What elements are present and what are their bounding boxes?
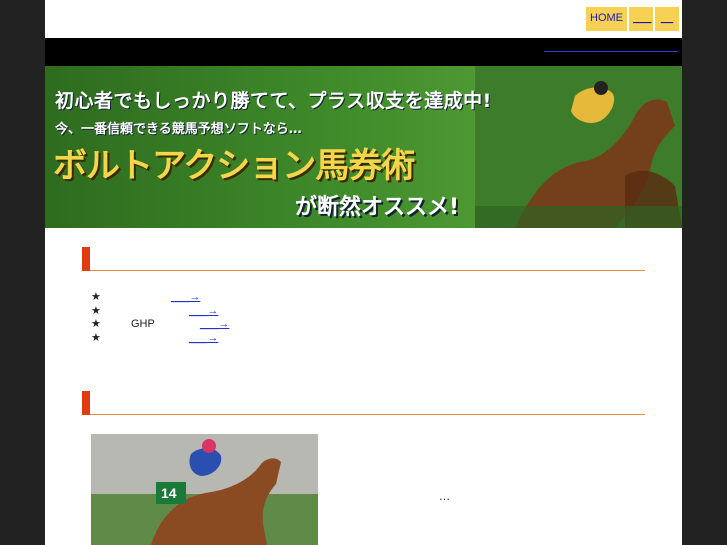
star-icon: ★ — [91, 304, 101, 317]
section-heading-bar — [82, 391, 90, 415]
star-icon: ★ — [91, 331, 101, 344]
top-nav: HOME ___ __ — [586, 7, 679, 31]
section-heading-bar — [82, 247, 90, 271]
black-menu-bar — [45, 38, 682, 66]
list-item-link[interactable]: ___→ — [200, 318, 229, 332]
banner-headline: 初心者でもしっかり勝てて、プラス収支を達成中! — [55, 90, 492, 112]
list-item-link[interactable]: ___→ — [189, 332, 218, 346]
star-icon: ★ — [91, 291, 101, 303]
hero-banner[interactable]: 初心者でもしっかり勝てて、プラス収支を達成中! 今、一番信頼できる競馬予想ソフト… — [45, 66, 682, 228]
nav-link-3-label: __ — [660, 12, 674, 24]
race-photo: 14 — [91, 434, 318, 545]
star-icon: ★ — [91, 318, 101, 330]
content-ellipsis: … — [439, 490, 450, 503]
list-item-link[interactable]: ___→ — [171, 291, 200, 305]
banner-recommend: が断然オススメ! — [295, 195, 460, 220]
nav-link-3[interactable]: __ — [655, 7, 679, 31]
nav-link-2-label: ___ — [633, 12, 652, 24]
jockey-helmet — [594, 81, 608, 95]
jockey-cap — [202, 439, 216, 453]
banner-subheadline: 今、一番信頼できる競馬予想ソフトなら… — [55, 122, 302, 137]
section-heading-2 — [82, 391, 645, 415]
section-heading-divider — [90, 270, 645, 271]
saddle-number: 14 — [161, 485, 177, 501]
nav-home-button[interactable]: HOME — [586, 7, 627, 31]
page: HOME ___ __ 初心者でもしっかり勝てて、プラス収支を達成中! 今、一番… — [45, 0, 682, 545]
racehorse-illustration — [475, 66, 682, 228]
blackbar-link[interactable] — [544, 50, 678, 52]
race-photo-illustration: 14 — [91, 434, 318, 545]
section-heading-1 — [82, 247, 645, 271]
list-item-text: GHP — [131, 318, 155, 330]
section-heading-divider — [90, 414, 645, 415]
list-item-link[interactable]: ___→ — [189, 305, 218, 319]
top-header: HOME ___ __ — [45, 0, 682, 38]
turf — [475, 206, 682, 228]
nav-link-2[interactable]: ___ — [629, 7, 653, 31]
banner-product-title: ボルトアクション馬券術 — [53, 146, 415, 186]
